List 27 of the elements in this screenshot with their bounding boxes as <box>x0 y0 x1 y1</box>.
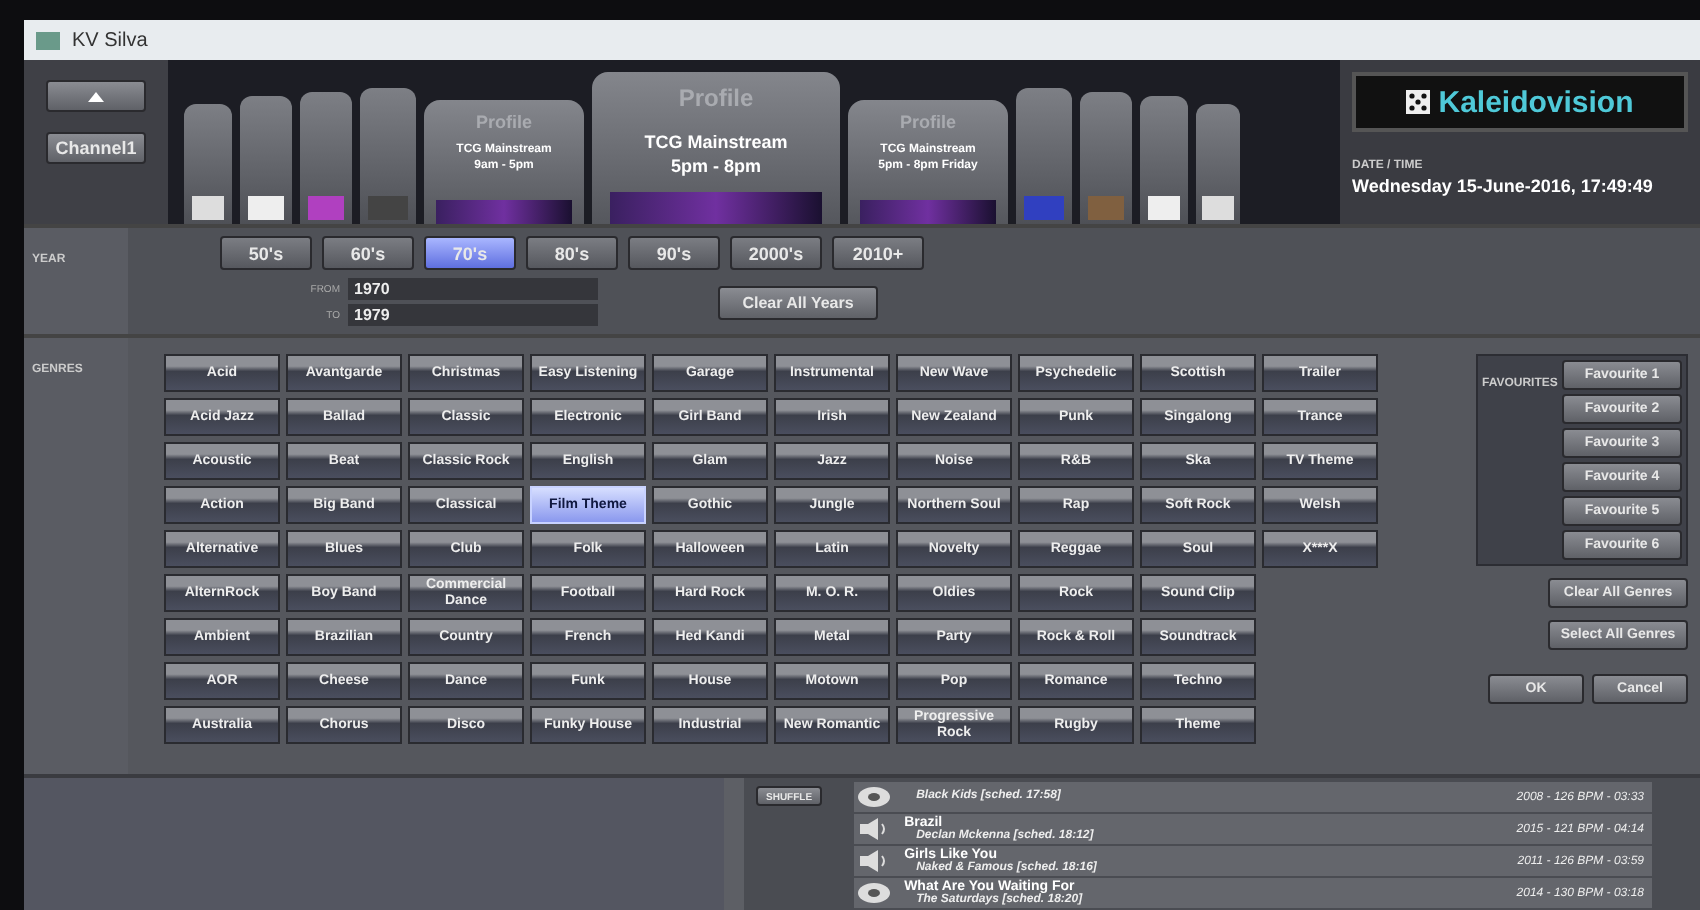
up-triangle-icon <box>88 92 104 102</box>
logo-text: Kaleidovision <box>1438 85 1634 119</box>
decade-button[interactable]: 2010+ <box>832 236 924 270</box>
decade-button[interactable]: 60's <box>322 236 414 270</box>
profile-card[interactable] <box>184 104 232 224</box>
date-value: Wednesday 15-June-2016, 17:49:49 <box>1352 176 1655 196</box>
photo-placeholder <box>860 200 996 224</box>
clear-years-button[interactable]: Clear All Years <box>718 285 878 319</box>
window-title: KV Silva <box>72 29 148 51</box>
profile-card[interactable] <box>240 96 292 224</box>
decade-button[interactable]: 2000's <box>730 236 822 270</box>
to-field[interactable]: 1979 <box>348 304 598 326</box>
channel-button[interactable]: Channel1 <box>45 132 147 164</box>
profile-name: TCG Mainstream <box>644 132 788 152</box>
profile-time: 5pm - 8pm <box>670 156 761 176</box>
profile-card[interactable] <box>1196 104 1240 224</box>
disc-icon <box>854 880 895 906</box>
profile-card[interactable] <box>1140 96 1188 224</box>
photo-placeholder <box>436 200 572 224</box>
disc-icon <box>854 784 895 810</box>
app-icon <box>36 31 60 49</box>
scroll-up-button[interactable] <box>46 80 146 112</box>
decade-button[interactable]: 90's <box>628 236 720 270</box>
dice-icon <box>1406 90 1431 114</box>
from-field[interactable]: 1970 <box>348 278 598 300</box>
decade-button[interactable]: 80's <box>526 236 618 270</box>
decade-button[interactable]: 50's <box>220 236 312 270</box>
